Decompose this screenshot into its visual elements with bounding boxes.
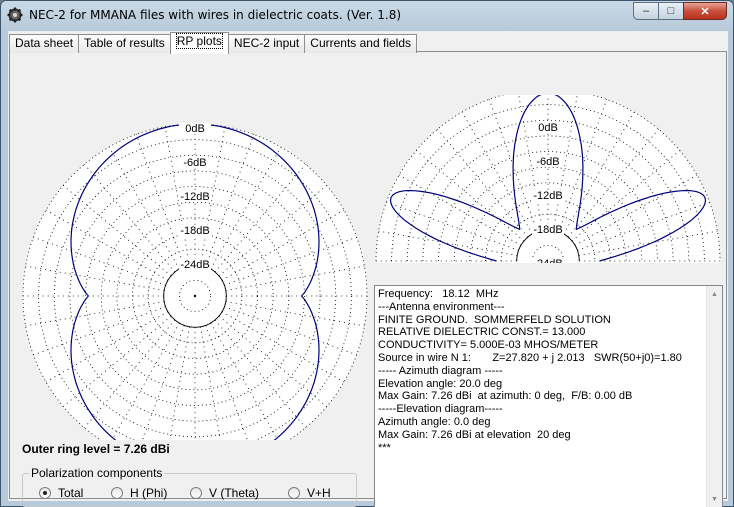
client-area: 0dB -6dB -12dB -18dB -24dB 0dB -6dB -12dB -18dB… xyxy=(8,31,728,507)
maximize-button[interactable]: □ xyxy=(658,2,684,20)
ring-label: -12dB xyxy=(180,191,209,203)
radio-h-phi[interactable]: H (Phi) xyxy=(111,486,167,500)
caption-buttons: – □ ✕ xyxy=(633,2,727,21)
radio-label: V (Theta) xyxy=(209,486,260,500)
azimuth-grid xyxy=(22,123,368,440)
results-line: CONDUCTIVITY= 5.000E-03 MHOS/METER xyxy=(378,339,599,352)
maximize-icon: □ xyxy=(667,5,675,17)
ring-label: -12dB xyxy=(533,190,562,202)
radio-dot[interactable] xyxy=(39,487,51,499)
main-window: NEC-2 for MMANA files with wires in diel… xyxy=(0,0,734,507)
elevation-polar-plot: 0dB -6dB -12dB -18dB -24dB xyxy=(375,95,721,263)
results-line: FINITE GROUND. SOMMERFELD SOLUTION xyxy=(378,313,611,326)
ring-label: -18dB xyxy=(533,224,562,236)
polarization-group: Polarization components Total H (Phi) V … xyxy=(22,466,357,507)
tab-currents-and-fields[interactable]: Currents and fields xyxy=(304,34,417,53)
tab-label: NEC-2 input xyxy=(233,36,300,50)
radio-label: Total xyxy=(58,486,84,500)
results-line: *** xyxy=(378,441,391,454)
results-line: -----Elevation diagram----- xyxy=(378,403,503,416)
radio-label: V+H xyxy=(307,486,331,500)
outer-ring-level: Outer ring level = 7.26 dBi xyxy=(22,442,170,456)
radio-dot[interactable] xyxy=(111,487,123,499)
tab-table-of-results[interactable]: Table of results xyxy=(78,34,171,53)
results-line: ---Antenna environment--- xyxy=(378,300,505,313)
minimize-icon: – xyxy=(642,5,650,17)
close-button[interactable]: ✕ xyxy=(683,2,727,20)
ring-label: -24dB xyxy=(180,259,209,271)
results-line: RELATIVE DIELECTRIC CONST.= 13.000 xyxy=(378,326,586,339)
ring-label: -24dB xyxy=(533,258,562,263)
elevation-grid xyxy=(375,95,721,263)
tab-label: RP plots xyxy=(175,33,223,49)
gear-icon[interactable] xyxy=(7,7,23,23)
tab-label: Data sheet xyxy=(15,36,74,50)
window-title: NEC-2 for MMANA files with wires in diel… xyxy=(29,8,402,22)
results-line: Frequency: 18.12 MHz xyxy=(378,288,499,300)
results-line: Azimuth angle: 0.0 deg xyxy=(378,415,491,428)
scroll-down-icon[interactable]: ▼ xyxy=(707,491,722,507)
results-line: Max Gain: 7.26 dBi at azimuth: 0 deg, F/… xyxy=(378,390,633,403)
ring-label: -18dB xyxy=(180,225,209,237)
ring-label: -6dB xyxy=(536,156,559,168)
results-textbox[interactable]: Frequency: 18.12 MHz ---Antenna environme… xyxy=(374,285,723,507)
title-bar[interactable]: NEC-2 for MMANA files with wires in diel… xyxy=(1,1,733,31)
tab-label: Currents and fields xyxy=(310,36,411,50)
ring-label: 0dB xyxy=(185,123,205,135)
radio-v-theta[interactable]: V (Theta) xyxy=(190,486,259,500)
results-line: Elevation angle: 20.0 deg xyxy=(378,377,503,390)
results-line: Max Gain: 7.26 dBi at elevation 20 deg xyxy=(378,428,571,441)
radio-dot[interactable] xyxy=(288,487,300,499)
tab-data-sheet[interactable]: Data sheet xyxy=(9,34,80,53)
radio-v-plus-h[interactable]: V+H xyxy=(288,486,331,500)
minimize-button[interactable]: – xyxy=(633,2,659,20)
results-text: Frequency: 18.12 MHz ---Antenna environme… xyxy=(378,288,706,454)
scroll-up-icon[interactable]: ▲ xyxy=(707,286,722,302)
center-dot xyxy=(193,294,197,298)
results-line: Source in wire N 1: Z=27.820 + j 2.013 S… xyxy=(378,351,682,364)
vertical-scrollbar[interactable]: ▲ ▼ xyxy=(706,286,722,507)
radio-dot[interactable] xyxy=(190,487,202,499)
rp-plots-panel: 0dB -6dB -12dB -18dB -24dB 0dB -6dB -12dB -18dB… xyxy=(9,51,727,507)
polarization-legend: Polarization components xyxy=(29,466,165,480)
tab-rp-plots[interactable]: RP plots xyxy=(169,32,229,54)
ring-label: 0dB xyxy=(538,122,558,134)
tab-strip: Data sheet Table of results RP plots NEC-2 … xyxy=(9,32,417,54)
close-icon: ✕ xyxy=(700,5,710,18)
tab-nec2-input[interactable]: NEC-2 input xyxy=(227,34,306,53)
ring-label: -6dB xyxy=(183,157,206,169)
tab-label: Table of results xyxy=(84,36,165,50)
radio-total[interactable]: Total xyxy=(39,486,83,500)
azimuth-polar-plot: 0dB -6dB -12dB -18dB -24dB xyxy=(22,123,368,440)
radio-label: H (Phi) xyxy=(130,486,168,500)
results-line: ----- Azimuth diagram ----- xyxy=(378,364,503,377)
